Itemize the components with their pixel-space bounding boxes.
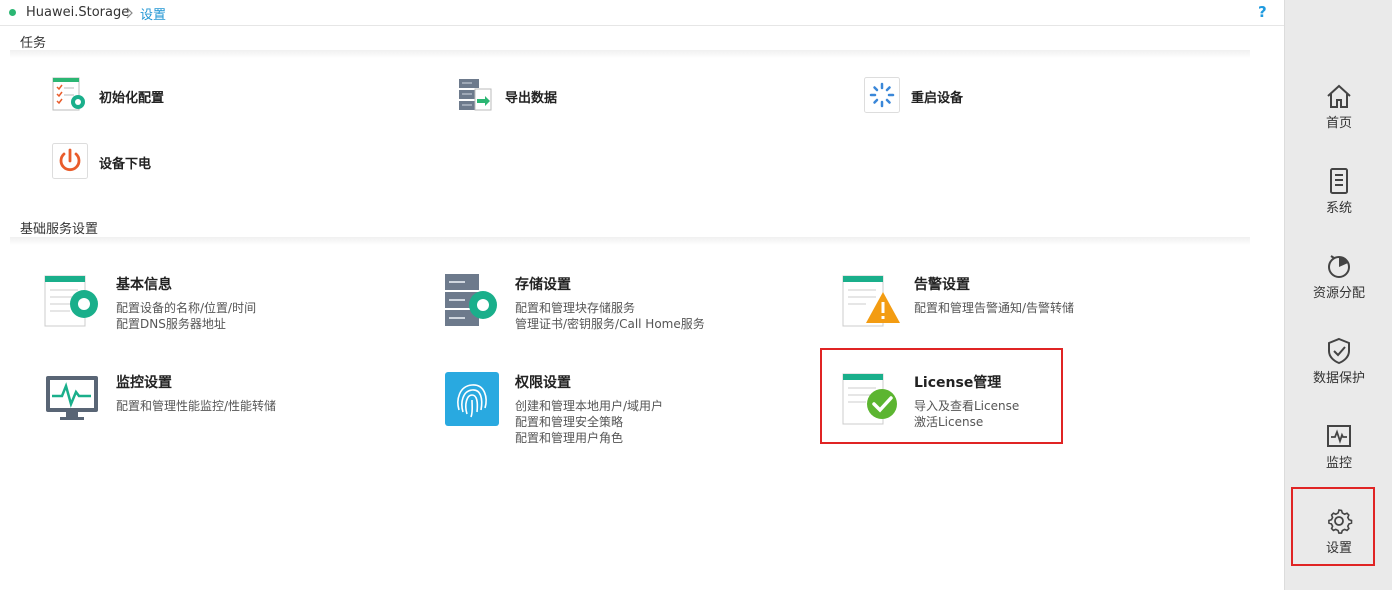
service-desc: 配置和管理安全策略 — [515, 415, 624, 429]
service-monitor[interactable]: 监控设置 配置和管理性能监控/性能转储 — [44, 372, 374, 452]
alarm-settings-icon — [842, 275, 900, 327]
basic-info-icon — [44, 275, 98, 327]
restart-icon — [864, 77, 900, 113]
service-desc: 管理证书/密钥服务/Call Home服务 — [515, 317, 705, 331]
service-desc: 配置和管理用户角色 — [515, 431, 624, 445]
fingerprint-icon — [445, 372, 499, 426]
breadcrumb-current[interactable]: 设置 — [140, 4, 166, 23]
nav-item-monitor[interactable]: 监控 — [1291, 416, 1387, 496]
task-restart[interactable]: 重启设备 — [864, 77, 1024, 117]
monitor-icon — [1327, 425, 1351, 447]
export-data-icon — [459, 79, 492, 111]
task-init-config[interactable]: 初始化配置 — [52, 77, 212, 117]
resource-allocation-icon — [1328, 255, 1350, 278]
task-export-data[interactable]: 导出数据 — [458, 77, 618, 117]
service-desc: 配置DNS服务器地址 — [116, 317, 226, 331]
status-dot — [9, 9, 16, 16]
service-title: 监控设置 — [116, 375, 172, 391]
storage-settings-icon — [445, 274, 497, 326]
task-label: 设备下电 — [99, 157, 152, 172]
service-desc: 配置设备的名称/位置/时间 — [116, 301, 257, 315]
power-off-icon — [52, 143, 88, 179]
chevron-right-icon — [126, 7, 133, 19]
service-desc: 配置和管理块存储服务 — [515, 301, 636, 315]
nav-label: 首页 — [1325, 116, 1352, 131]
data-protection-icon — [1328, 337, 1350, 365]
system-icon — [1330, 168, 1348, 194]
task-power-off[interactable]: 设备下电 — [52, 143, 212, 183]
settings-highlight-box — [1291, 487, 1375, 566]
nav-label: 系统 — [1325, 201, 1352, 216]
nav-label: 监控 — [1325, 456, 1352, 471]
section-divider — [10, 50, 1250, 58]
help-icon[interactable]: ? — [1258, 3, 1267, 21]
nav-label: 资源分配 — [1312, 286, 1365, 301]
monitor-settings-icon — [46, 376, 98, 420]
service-desc: 配置和管理告警通知/告警转储 — [914, 301, 1075, 315]
nav-item-home[interactable]: 首页 — [1291, 76, 1387, 156]
service-basic-info[interactable]: 基本信息 配置设备的名称/位置/时间 配置DNS服务器地址 — [44, 274, 374, 354]
breadcrumb-root[interactable]: Huawei.Storage — [26, 5, 129, 20]
service-title: 基本信息 — [116, 277, 172, 293]
section-divider — [10, 237, 1250, 245]
home-icon — [1327, 84, 1351, 108]
init-config-icon — [52, 77, 85, 111]
service-title: 告警设置 — [914, 277, 970, 293]
license-highlight-box — [820, 348, 1063, 444]
service-title: 存储设置 — [515, 277, 571, 293]
nav-label: 数据保护 — [1312, 371, 1365, 386]
service-storage[interactable]: 存储设置 配置和管理块存储服务 管理证书/密钥服务/Call Home服务 — [443, 274, 773, 354]
nav-item-data-protection[interactable]: 数据保护 — [1291, 331, 1387, 411]
task-label: 重启设备 — [911, 91, 964, 106]
service-desc: 配置和管理性能监控/性能转储 — [116, 399, 277, 413]
section-title-tasks: 任务 — [20, 36, 47, 51]
nav-item-resource-allocation[interactable]: 资源分配 — [1291, 246, 1387, 326]
service-alarm[interactable]: 告警设置 配置和管理告警通知/告警转储 — [842, 274, 1172, 354]
service-title: 权限设置 — [515, 375, 571, 391]
nav-item-system[interactable]: 系统 — [1291, 161, 1387, 241]
service-desc: 创建和管理本地用户/域用户 — [515, 399, 664, 413]
service-permission[interactable]: 权限设置 创建和管理本地用户/域用户 配置和管理安全策略 配置和管理用户角色 — [443, 372, 773, 452]
breadcrumb-bar: Huawei.Storage 设置 ? — [0, 0, 1284, 26]
task-label: 初始化配置 — [99, 91, 165, 106]
task-label: 导出数据 — [505, 91, 558, 106]
section-title-services: 基础服务设置 — [20, 222, 99, 237]
